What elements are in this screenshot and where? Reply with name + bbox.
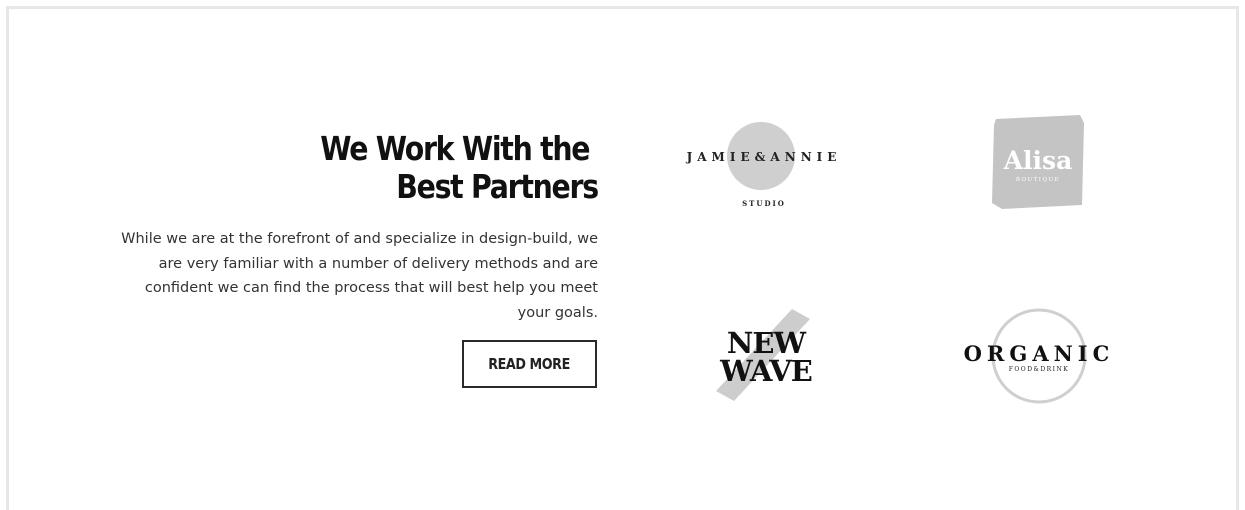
heading-line-1: We Work With the bbox=[320, 129, 590, 168]
alisa-logo: Alisa BOUTIQUE bbox=[988, 113, 1088, 213]
jamie-annie-sub: STUDIO bbox=[742, 199, 786, 208]
organic-logo: ORGANIC FOOD&DRINK bbox=[956, 306, 1122, 406]
section-description: While we are at the forefront of and spe… bbox=[121, 231, 598, 321]
organic-name: ORGANIC bbox=[964, 341, 1115, 366]
read-more-label: READ MORE bbox=[488, 355, 571, 373]
alisa-sub: BOUTIQUE bbox=[1016, 177, 1060, 183]
read-more-button[interactable]: READ MORE bbox=[462, 340, 597, 388]
jamie-annie-name: JAMIE&ANNIE bbox=[686, 150, 842, 164]
jamie-annie-logo: JAMIE&ANNIE STUDIO bbox=[676, 118, 852, 212]
heading-line-2: Best Partners bbox=[396, 167, 599, 206]
new-wave-line2: WAVE bbox=[719, 354, 812, 388]
alisa-name: Alisa bbox=[1003, 146, 1073, 175]
new-wave-logo: NEW WAVE bbox=[708, 305, 826, 403]
section-heading: We Work With the Best Partners bbox=[320, 129, 599, 206]
organic-sub: FOOD&DRINK bbox=[1009, 366, 1070, 373]
